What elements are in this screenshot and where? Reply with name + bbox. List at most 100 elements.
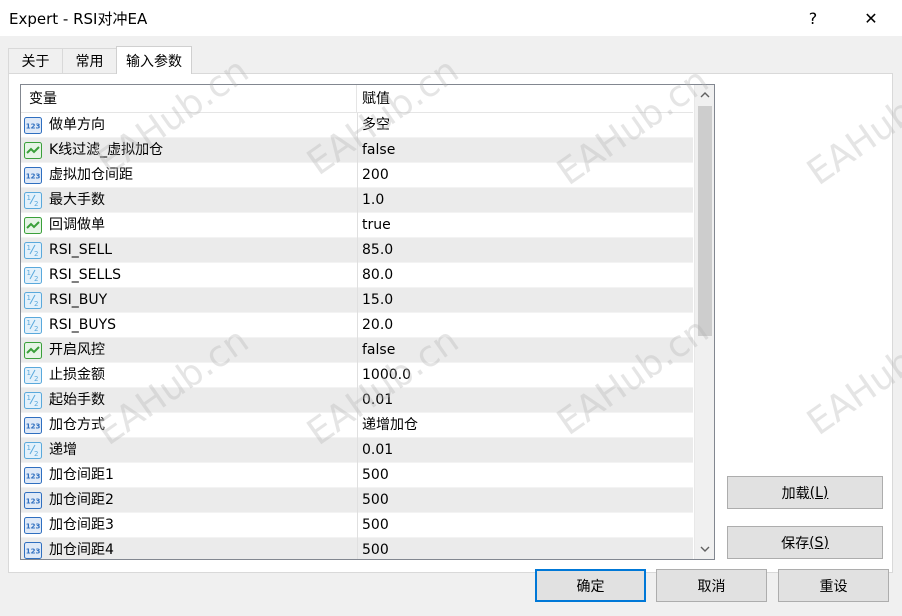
svg-text:1: 1 bbox=[27, 394, 31, 402]
load-button-label: 加载 bbox=[781, 485, 810, 502]
parameter-name: 加仓间距4 bbox=[49, 542, 114, 558]
svg-text:2: 2 bbox=[34, 400, 38, 408]
svg-text:1: 1 bbox=[27, 244, 31, 252]
svg-text:2: 2 bbox=[34, 325, 38, 333]
int-icon: 123 bbox=[24, 467, 42, 484]
parameter-row[interactable]: 1 2 递增 0.01 bbox=[21, 438, 693, 463]
parameter-name: 止损金额 bbox=[49, 367, 105, 383]
parameter-value[interactable]: 500 bbox=[362, 513, 389, 538]
column-divider bbox=[357, 463, 358, 488]
svg-text:1: 1 bbox=[27, 194, 31, 202]
parameter-row[interactable]: 123 虚拟加仓间距 200 bbox=[21, 163, 693, 188]
column-divider bbox=[357, 113, 358, 138]
enum-icon: 123 bbox=[24, 417, 42, 434]
load-button[interactable]: 加载 (L) bbox=[727, 476, 883, 509]
parameter-name: 起始手数 bbox=[49, 392, 105, 408]
parameter-value[interactable]: 500 bbox=[362, 538, 389, 559]
tab-about[interactable]: 关于 bbox=[8, 48, 63, 73]
parameter-value[interactable]: 多空 bbox=[362, 113, 390, 138]
cancel-button[interactable]: 取消 bbox=[656, 569, 767, 602]
reset-button[interactable]: 重设 bbox=[778, 569, 889, 602]
parameter-row[interactable]: 回调做单 true bbox=[21, 213, 693, 238]
parameter-row[interactable]: 1 2 最大手数 1.0 bbox=[21, 188, 693, 213]
parameter-value[interactable]: 80.0 bbox=[362, 263, 393, 288]
parameter-value[interactable]: 1.0 bbox=[362, 188, 384, 213]
column-divider bbox=[357, 413, 358, 438]
parameter-value[interactable]: 0.01 bbox=[362, 388, 393, 413]
double-icon: 12 bbox=[24, 292, 42, 309]
column-divider bbox=[357, 438, 358, 463]
parameters-grid[interactable]: 变量 赋值 123 做单方向 多空 K线过滤_虚拟加仓 false 123 虚拟加仓间距 20… bbox=[20, 84, 715, 560]
parameter-row[interactable]: 1 2 止损金额 1000.0 bbox=[21, 363, 693, 388]
parameter-row[interactable]: 1 2 RSI_SELL 85.0 bbox=[21, 238, 693, 263]
grid-rows: 123 做单方向 多空 K线过滤_虚拟加仓 false 123 虚拟加仓间距 200 1 2 最大手… bbox=[21, 113, 693, 559]
svg-text:1: 1 bbox=[27, 369, 31, 377]
parameter-value[interactable]: 15.0 bbox=[362, 288, 393, 313]
parameter-row[interactable]: K线过滤_虚拟加仓 false bbox=[21, 138, 693, 163]
parameter-name: 开启风控 bbox=[49, 342, 105, 358]
parameter-row[interactable]: 123 加仓间距3 500 bbox=[21, 513, 693, 538]
parameter-row[interactable]: 123 加仓间距1 500 bbox=[21, 463, 693, 488]
svg-text:1: 1 bbox=[27, 294, 31, 302]
parameter-name: 虚拟加仓间距 bbox=[49, 167, 133, 183]
close-button[interactable]: ✕ bbox=[848, 0, 894, 36]
window-title: Expert - RSI对冲EA bbox=[9, 10, 148, 28]
help-button[interactable]: ? bbox=[790, 0, 836, 36]
svg-text:2: 2 bbox=[34, 275, 38, 283]
scroll-up-arrow-icon[interactable] bbox=[695, 85, 714, 105]
parameter-row[interactable]: 1 2 起始手数 0.01 bbox=[21, 388, 693, 413]
parameter-row[interactable]: 开启风控 false bbox=[21, 338, 693, 363]
save-button-label: 保存 bbox=[781, 535, 810, 552]
parameter-row[interactable]: 123 加仓间距4 500 bbox=[21, 538, 693, 559]
svg-text:1: 1 bbox=[27, 444, 31, 452]
parameter-name: 加仓间距1 bbox=[49, 467, 114, 483]
parameter-value[interactable]: 1000.0 bbox=[362, 363, 411, 388]
parameter-row[interactable]: 123 加仓间距2 500 bbox=[21, 488, 693, 513]
parameter-row[interactable]: 1 2 RSI_BUY 15.0 bbox=[21, 288, 693, 313]
ok-button[interactable]: 确定 bbox=[535, 569, 646, 602]
svg-text:2: 2 bbox=[34, 200, 38, 208]
svg-text:1: 1 bbox=[27, 319, 31, 327]
scroll-down-arrow-icon[interactable] bbox=[695, 539, 714, 559]
parameter-name: 加仓方式 bbox=[49, 417, 105, 433]
parameter-value[interactable]: true bbox=[362, 213, 391, 238]
parameter-name: RSI_BUY bbox=[49, 292, 108, 308]
bool-icon bbox=[24, 142, 42, 159]
parameter-value[interactable]: false bbox=[362, 338, 395, 363]
parameter-name: RSI_SELL bbox=[49, 242, 113, 258]
grid-header: 变量 赋值 bbox=[21, 85, 693, 113]
parameter-name: 递增 bbox=[49, 442, 77, 458]
column-divider bbox=[357, 163, 358, 188]
parameter-value[interactable]: false bbox=[362, 138, 395, 163]
double-icon: 12 bbox=[24, 192, 42, 209]
parameter-row[interactable]: 1 2 RSI_SELLS 80.0 bbox=[21, 263, 693, 288]
parameter-value[interactable]: 85.0 bbox=[362, 238, 393, 263]
parameter-value[interactable]: 递增加仓 bbox=[362, 413, 418, 438]
parameter-value[interactable]: 200 bbox=[362, 163, 389, 188]
tab-common[interactable]: 常用 bbox=[62, 48, 117, 73]
bool-icon bbox=[24, 342, 42, 359]
parameter-name: 加仓间距3 bbox=[49, 517, 114, 533]
parameter-row[interactable]: 123 做单方向 多空 bbox=[21, 113, 693, 138]
column-divider bbox=[357, 513, 358, 538]
column-header-value[interactable]: 赋值 bbox=[357, 85, 693, 113]
parameter-value[interactable]: 0.01 bbox=[362, 438, 393, 463]
scrollbar-thumb[interactable] bbox=[698, 106, 712, 336]
parameter-row[interactable]: 123 加仓方式 递增加仓 bbox=[21, 413, 693, 438]
svg-text:123: 123 bbox=[26, 473, 41, 481]
vertical-scrollbar[interactable] bbox=[694, 85, 714, 559]
svg-text:2: 2 bbox=[34, 250, 38, 258]
svg-text:123: 123 bbox=[26, 523, 41, 531]
parameter-row[interactable]: 1 2 RSI_BUYS 20.0 bbox=[21, 313, 693, 338]
parameter-value[interactable]: 500 bbox=[362, 463, 389, 488]
column-divider bbox=[357, 188, 358, 213]
column-header-variable[interactable]: 变量 bbox=[21, 85, 357, 113]
svg-text:1: 1 bbox=[27, 269, 31, 277]
svg-text:123: 123 bbox=[26, 548, 41, 556]
save-button[interactable]: 保存 (S) bbox=[727, 526, 883, 559]
tab-inputs[interactable]: 输入参数 bbox=[116, 46, 192, 74]
svg-text:123: 123 bbox=[26, 423, 41, 431]
double-icon: 12 bbox=[24, 392, 42, 409]
parameter-value[interactable]: 20.0 bbox=[362, 313, 393, 338]
parameter-value[interactable]: 500 bbox=[362, 488, 389, 513]
